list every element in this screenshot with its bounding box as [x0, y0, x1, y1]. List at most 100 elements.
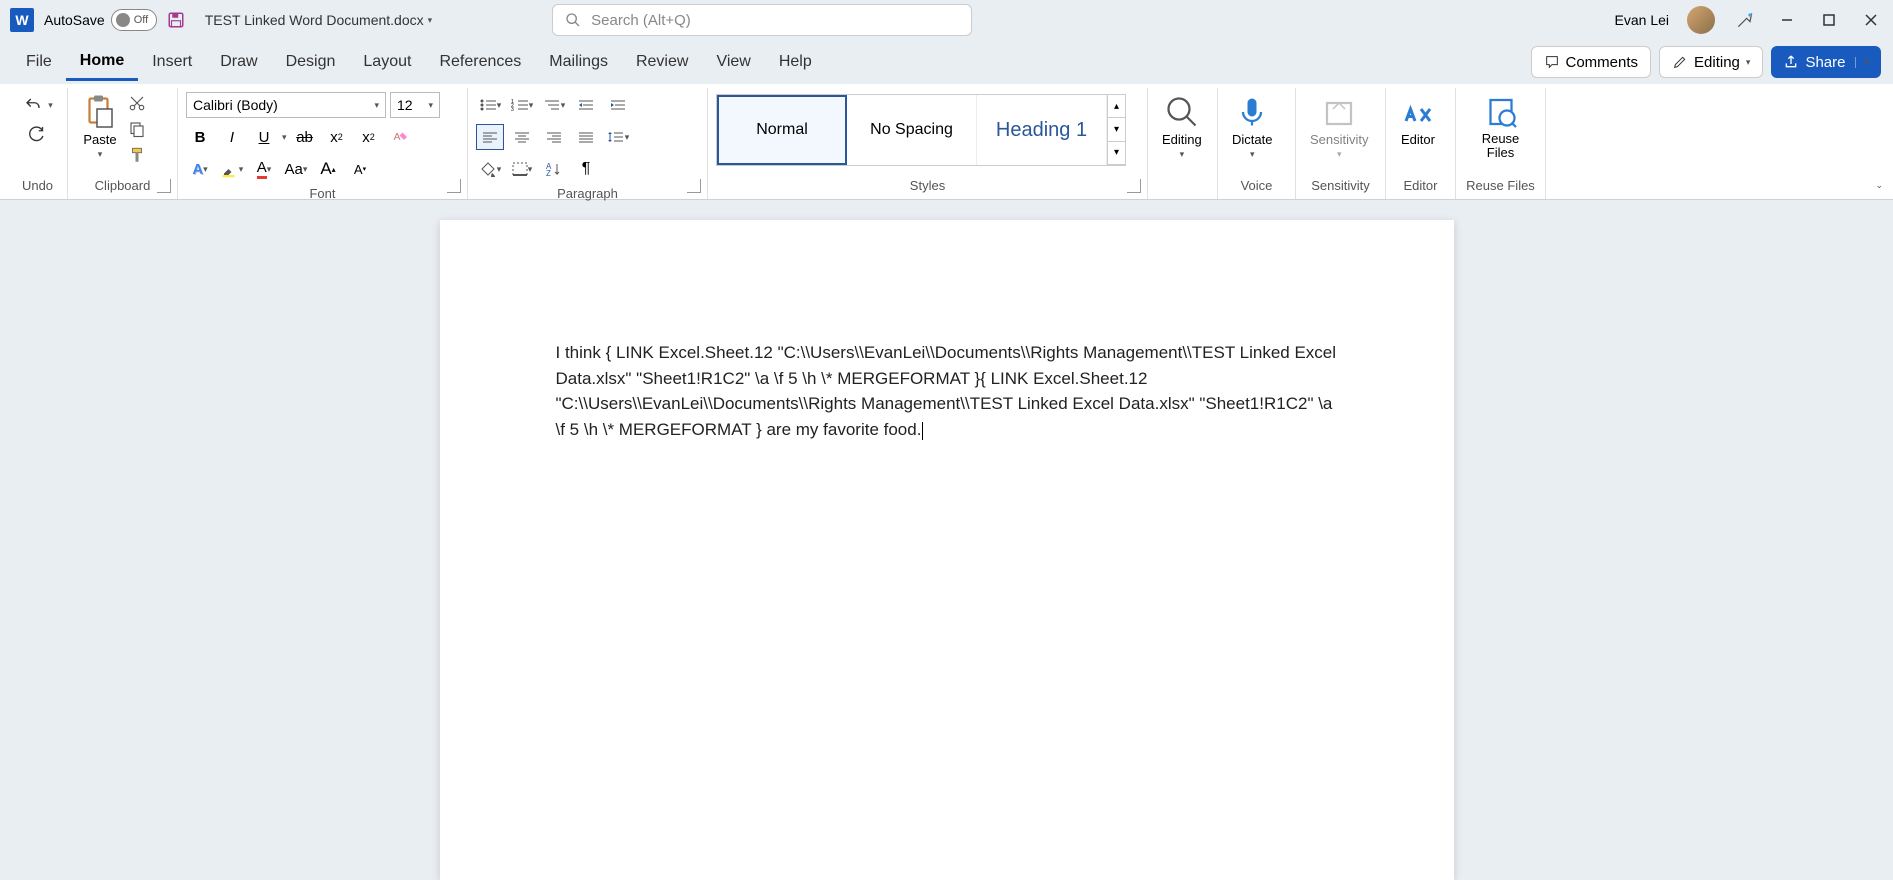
tab-insert[interactable]: Insert: [138, 45, 206, 79]
group-label-font: Font: [186, 182, 459, 207]
document-title[interactable]: TEST Linked Word Document.docx ▾: [205, 12, 432, 28]
gallery-more-button[interactable]: ▾: [1108, 142, 1125, 165]
clear-formatting-button[interactable]: A: [387, 124, 415, 150]
text-effects-button[interactable]: A▾: [186, 156, 214, 182]
style-heading-1[interactable]: Heading 1: [977, 95, 1107, 165]
multilevel-list-button[interactable]: ▾: [540, 92, 568, 118]
dictate-button[interactable]: Dictate ▾: [1226, 92, 1278, 162]
tab-view[interactable]: View: [702, 45, 764, 79]
highlight-button[interactable]: ▾: [218, 156, 246, 182]
numbering-button[interactable]: 123▾: [508, 92, 536, 118]
autosave-switch[interactable]: Off: [111, 9, 157, 31]
font-color-button[interactable]: A▾: [250, 156, 278, 182]
maximize-button[interactable]: [1817, 8, 1841, 32]
clipboard-launcher[interactable]: [157, 179, 171, 193]
sort-button[interactable]: AZ: [540, 156, 568, 182]
shrink-font-button[interactable]: A▾: [346, 156, 374, 182]
mic-icon: [1234, 94, 1270, 130]
format-painter-button[interactable]: [128, 146, 146, 164]
chevron-down-icon[interactable]: ▾: [282, 132, 287, 143]
indent-icon: [609, 98, 627, 112]
close-button[interactable]: [1859, 8, 1883, 32]
bullets-button[interactable]: ▾: [476, 92, 504, 118]
collapse-ribbon-button[interactable]: ⌄: [1875, 175, 1883, 193]
chevron-down-icon: ▾: [1250, 149, 1255, 160]
gallery-up-button[interactable]: ▴: [1108, 95, 1125, 118]
editing-mode-button[interactable]: Editing ▾: [1659, 46, 1763, 78]
tab-home[interactable]: Home: [66, 44, 138, 81]
borders-button[interactable]: ▾: [508, 156, 536, 182]
font-launcher[interactable]: [447, 179, 461, 193]
redo-button[interactable]: [27, 124, 49, 142]
tab-help[interactable]: Help: [765, 45, 826, 79]
outdent-icon: [577, 98, 595, 112]
underline-button[interactable]: U: [250, 124, 278, 150]
clear-format-icon: A: [392, 128, 410, 146]
document-page[interactable]: I think { LINK Excel.Sheet.12 "C:\\Users…: [440, 220, 1454, 880]
grow-font-button[interactable]: A▴: [314, 156, 342, 182]
justify-button[interactable]: [572, 124, 600, 150]
chevron-down-icon: ▾: [428, 100, 433, 111]
mic-privacy-icon[interactable]: [1733, 8, 1757, 32]
shading-button[interactable]: ▾: [476, 156, 504, 182]
undo-button[interactable]: ▾: [22, 96, 53, 114]
save-icon[interactable]: [167, 11, 185, 29]
search-placeholder: Search (Alt+Q): [591, 12, 691, 29]
align-right-button[interactable]: [540, 124, 568, 150]
show-marks-button[interactable]: ¶: [572, 156, 600, 182]
user-avatar[interactable]: [1687, 6, 1715, 34]
line-spacing-button[interactable]: ▾: [604, 124, 632, 150]
group-label-styles: Styles: [716, 174, 1139, 199]
tab-file[interactable]: File: [12, 45, 66, 79]
find-icon: [1164, 94, 1200, 130]
superscript-button[interactable]: x2: [355, 124, 383, 150]
editor-icon: [1400, 94, 1436, 130]
username[interactable]: Evan Lei: [1615, 12, 1669, 28]
tab-design[interactable]: Design: [272, 45, 350, 79]
tab-draw[interactable]: Draw: [206, 45, 271, 79]
gallery-down-button[interactable]: ▾: [1108, 118, 1125, 141]
align-center-icon: [514, 131, 530, 143]
align-right-icon: [546, 131, 562, 143]
copy-icon: [128, 120, 146, 138]
font-size-combo[interactable]: 12▾: [390, 92, 440, 118]
chevron-down-icon: ▾: [48, 100, 53, 111]
minimize-button[interactable]: [1775, 8, 1799, 32]
document-area: I think { LINK Excel.Sheet.12 "C:\\Users…: [0, 200, 1893, 880]
strikethrough-button[interactable]: ab: [291, 124, 319, 150]
tab-references[interactable]: References: [425, 45, 535, 79]
styles-launcher[interactable]: [1127, 179, 1141, 193]
svg-text:A: A: [393, 131, 400, 143]
svg-text:Z: Z: [546, 169, 551, 176]
reuse-files-button[interactable]: Reuse Files: [1464, 92, 1537, 163]
align-center-button[interactable]: [508, 124, 536, 150]
italic-button[interactable]: I: [218, 124, 246, 150]
search-input[interactable]: Search (Alt+Q): [552, 4, 972, 36]
document-body-text[interactable]: I think { LINK Excel.Sheet.12 "C:\\Users…: [556, 340, 1338, 442]
tab-layout[interactable]: Layout: [349, 45, 425, 79]
increase-indent-button[interactable]: [604, 92, 632, 118]
group-label-sensitivity: Sensitivity: [1304, 174, 1377, 199]
style-no-spacing[interactable]: No Spacing: [847, 95, 977, 165]
editor-button[interactable]: Editor: [1394, 92, 1442, 149]
change-case-button[interactable]: Aa▾: [282, 156, 310, 182]
subscript-button[interactable]: x2: [323, 124, 351, 150]
tab-review[interactable]: Review: [622, 45, 702, 79]
align-left-button[interactable]: [476, 124, 504, 150]
bold-button[interactable]: B: [186, 124, 214, 150]
comments-button[interactable]: Comments: [1531, 46, 1652, 78]
sensitivity-button[interactable]: Sensitivity ▾: [1304, 92, 1375, 162]
cut-button[interactable]: [128, 94, 146, 112]
paste-button[interactable]: Paste ▾: [76, 92, 124, 162]
editing-find-button[interactable]: Editing ▾: [1156, 92, 1208, 162]
decrease-indent-button[interactable]: [572, 92, 600, 118]
autosave-toggle[interactable]: AutoSave Off: [44, 9, 157, 31]
share-button[interactable]: Share ▾: [1771, 46, 1881, 78]
copy-button[interactable]: [128, 120, 146, 138]
paragraph-launcher[interactable]: [687, 179, 701, 193]
borders-icon: [512, 162, 528, 176]
tab-mailings[interactable]: Mailings: [535, 45, 622, 79]
chevron-down-icon: ▾: [1180, 149, 1185, 160]
font-name-combo[interactable]: Calibri (Body)▾: [186, 92, 386, 118]
style-normal[interactable]: Normal: [717, 95, 847, 165]
